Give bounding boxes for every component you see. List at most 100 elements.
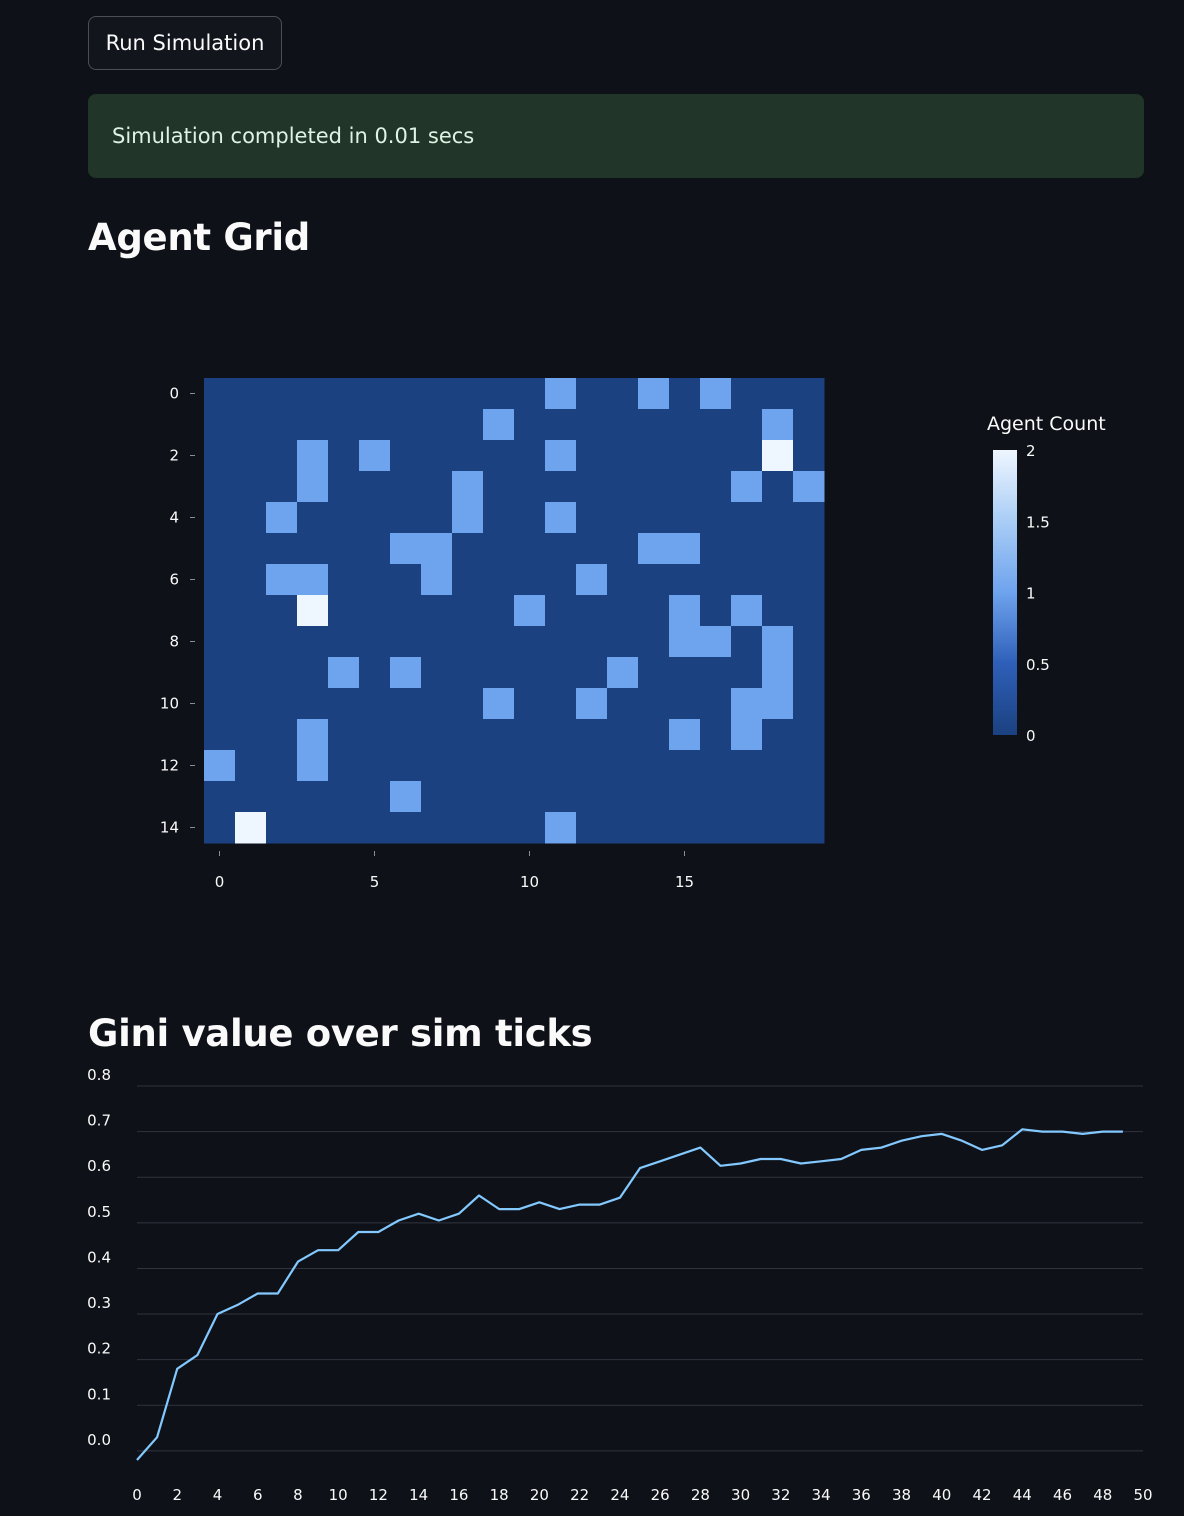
- gini-data-point[interactable]: [717, 1163, 723, 1169]
- gini-data-point[interactable]: [919, 1133, 925, 1139]
- gini-data-point[interactable]: [617, 1195, 623, 1201]
- gini-data-point[interactable]: [939, 1131, 945, 1137]
- heatmap-cell: [390, 750, 422, 782]
- heatmap-cell: [235, 409, 267, 441]
- heatmap-cell: [204, 719, 236, 751]
- gini-data-point[interactable]: [436, 1218, 442, 1224]
- heatmap-cell: [576, 502, 608, 534]
- x-tick-label: 28: [691, 1486, 710, 1504]
- heatmap-cell: [638, 440, 670, 472]
- x-tick-label: 44: [1013, 1486, 1032, 1504]
- heatmap-cell: [235, 626, 267, 658]
- gini-data-point[interactable]: [536, 1199, 542, 1205]
- gini-data-point[interactable]: [738, 1161, 744, 1167]
- heatmap-cell: [266, 626, 298, 658]
- heatmap-cell: [762, 471, 794, 503]
- heatmap-cell: [762, 564, 794, 596]
- heatmap-cell: [266, 781, 298, 813]
- heatmap-cell: [359, 719, 391, 751]
- heatmap-cell: [359, 657, 391, 689]
- gini-data-point[interactable]: [979, 1147, 985, 1153]
- gini-data-point[interactable]: [315, 1247, 321, 1253]
- gini-data-point[interactable]: [798, 1161, 804, 1167]
- gini-data-point[interactable]: [959, 1138, 965, 1144]
- gini-data-point[interactable]: [597, 1202, 603, 1208]
- gini-data-point[interactable]: [416, 1211, 422, 1217]
- heatmap-cell: [421, 502, 453, 534]
- gini-data-point[interactable]: [637, 1165, 643, 1171]
- gini-data-point[interactable]: [396, 1218, 402, 1224]
- heatmap-cell: [700, 409, 732, 441]
- heatmap-cell: [793, 502, 825, 534]
- heatmap-cell: [390, 688, 422, 720]
- gini-data-point[interactable]: [758, 1156, 764, 1162]
- gini-data-point[interactable]: [899, 1138, 905, 1144]
- gini-data-point[interactable]: [1080, 1131, 1086, 1137]
- heatmap-cell: [793, 657, 825, 689]
- y-tick-label: 0.5: [87, 1203, 111, 1221]
- gini-data-point[interactable]: [677, 1151, 683, 1157]
- heatmap-cell: [638, 719, 670, 751]
- gini-data-point[interactable]: [194, 1352, 200, 1358]
- heatmap-cell: [204, 409, 236, 441]
- gini-data-point[interactable]: [1060, 1129, 1066, 1135]
- y-tick-label: 0.1: [87, 1385, 111, 1403]
- heatmap-cell: [793, 533, 825, 565]
- heatmap-cell: [669, 564, 701, 596]
- heatmap-cell: [359, 502, 391, 534]
- gini-line-chart[interactable]: 0.00.10.20.30.40.50.60.70.8 0 2 4 6 8 10 12 14 1…: [0, 1060, 1184, 1516]
- gini-data-point[interactable]: [275, 1291, 281, 1297]
- x-tick-label: 6: [253, 1486, 263, 1504]
- gini-data-point[interactable]: [838, 1156, 844, 1162]
- gini-data-point[interactable]: [1019, 1126, 1025, 1132]
- heatmap-cell: [607, 409, 639, 441]
- heatmap-cell: [638, 502, 670, 534]
- heatmap-cell: [669, 595, 701, 627]
- gini-data-point[interactable]: [375, 1229, 381, 1235]
- heatmap-cell: [762, 781, 794, 813]
- gini-data-point[interactable]: [999, 1142, 1005, 1148]
- heatmap-cell: [297, 533, 329, 565]
- agent-grid-heatmap[interactable]: 0 5 10 15 0 2 4 6 8 10 12 14 Agent Count 2 1.5 1 0.5 0: [0, 340, 1184, 900]
- gini-data-point[interactable]: [174, 1366, 180, 1372]
- heatmap-cell: [607, 719, 639, 751]
- gini-data-point[interactable]: [1120, 1129, 1126, 1135]
- gini-data-point[interactable]: [1100, 1129, 1106, 1135]
- gini-data-point[interactable]: [295, 1259, 301, 1265]
- heatmap-cell: [328, 409, 360, 441]
- gini-data-point[interactable]: [355, 1229, 361, 1235]
- gini-data-point[interactable]: [235, 1302, 241, 1308]
- heatmap-cell: [514, 812, 546, 844]
- gini-data-point[interactable]: [335, 1247, 341, 1253]
- gini-data-point[interactable]: [657, 1158, 663, 1164]
- heatmap-cell: [669, 440, 701, 472]
- gini-data-point[interactable]: [577, 1202, 583, 1208]
- gini-data-point[interactable]: [476, 1192, 482, 1198]
- gini-data-point[interactable]: [557, 1206, 563, 1212]
- gini-data-point[interactable]: [818, 1158, 824, 1164]
- gini-data-point[interactable]: [697, 1145, 703, 1151]
- gini-data-point[interactable]: [255, 1291, 261, 1297]
- gini-data-point[interactable]: [456, 1211, 462, 1217]
- heatmap-cell: [483, 564, 515, 596]
- heatmap-cell: [576, 781, 608, 813]
- run-simulation-button[interactable]: Run Simulation: [88, 16, 282, 70]
- heatmap-y-tick-label: 14: [160, 819, 179, 837]
- gini-data-point[interactable]: [516, 1206, 522, 1212]
- gini-data-point[interactable]: [878, 1145, 884, 1151]
- gini-data-point[interactable]: [778, 1156, 784, 1162]
- heatmap-cell: [204, 750, 236, 782]
- gini-data-point[interactable]: [1039, 1129, 1045, 1135]
- heatmap-cell: [297, 564, 329, 596]
- heatmap-cell: [700, 657, 732, 689]
- heatmap-cell: [328, 533, 360, 565]
- heatmap-cell: [297, 595, 329, 627]
- gini-data-point[interactable]: [134, 1457, 140, 1463]
- heatmap-cell: [359, 688, 391, 720]
- gini-data-point[interactable]: [496, 1206, 502, 1212]
- gini-data-point[interactable]: [214, 1311, 220, 1317]
- x-tick-label: 24: [610, 1486, 629, 1504]
- heatmap-cell: [266, 533, 298, 565]
- gini-data-point[interactable]: [154, 1434, 160, 1440]
- gini-data-point[interactable]: [858, 1147, 864, 1153]
